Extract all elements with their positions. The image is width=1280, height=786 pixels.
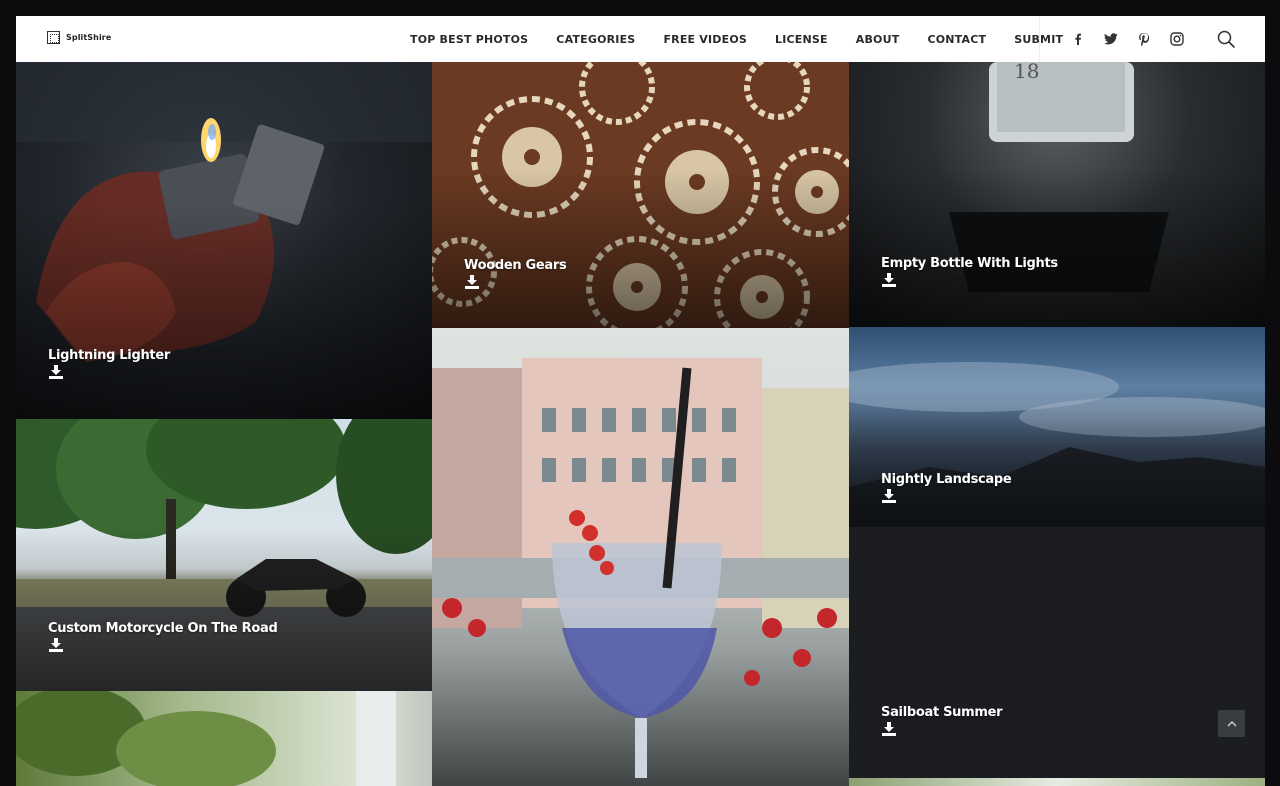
- photo-plants-image: [16, 691, 396, 786]
- photo-caption: Custom Motorcycle On The Road: [48, 621, 278, 652]
- photo-card-landscape[interactable]: Nightly Landscape: [849, 327, 1265, 527]
- photo-overlay: [849, 62, 1265, 327]
- photo-caption: Wooden Gears: [464, 258, 567, 289]
- photo-card-gears[interactable]: Wooden Gears: [432, 62, 849, 328]
- photo-card-lighter[interactable]: Lightning Lighter: [16, 62, 432, 419]
- photo-caption: Empty Bottle With Lights: [881, 256, 1058, 287]
- nav-top-best-photos[interactable]: TOP BEST PHOTOS: [410, 33, 528, 46]
- page: SplitShire TOP BEST PHOTOS CATEGORIES FR…: [16, 16, 1265, 786]
- nav-about[interactable]: ABOUT: [856, 33, 900, 46]
- photo-card-plants[interactable]: [16, 691, 432, 786]
- site-logo[interactable]: SplitShire: [47, 31, 111, 44]
- photo-title[interactable]: Custom Motorcycle On The Road: [48, 621, 278, 636]
- download-icon[interactable]: [881, 722, 897, 736]
- scroll-to-top-button[interactable]: [1218, 710, 1245, 737]
- pinterest-icon[interactable]: [1134, 30, 1153, 49]
- search-icon[interactable]: [1216, 29, 1236, 49]
- instagram-icon[interactable]: [1167, 30, 1186, 49]
- download-icon[interactable]: [881, 489, 897, 503]
- photo-card-cocktail: [432, 328, 849, 786]
- nav-categories[interactable]: CATEGORIES: [556, 33, 635, 46]
- chevron-up-icon: [1227, 715, 1237, 733]
- main-nav: TOP BEST PHOTOS CATEGORIES FREE VIDEOS L…: [410, 16, 1063, 62]
- photo-card-bottle[interactable]: 18 Empty Bottle With Lights: [849, 62, 1265, 327]
- facebook-icon[interactable]: [1068, 30, 1087, 49]
- site-header: SplitShire TOP BEST PHOTOS CATEGORIES FR…: [16, 16, 1265, 62]
- photo-caption: Sailboat Summer: [881, 705, 1003, 736]
- photo-title[interactable]: Sailboat Summer: [881, 705, 1003, 720]
- download-icon[interactable]: [48, 365, 64, 379]
- photo-card-motorcycle[interactable]: Custom Motorcycle On The Road: [16, 419, 432, 691]
- social-links: [1068, 16, 1186, 62]
- nav-contact[interactable]: CONTACT: [927, 33, 986, 46]
- download-icon[interactable]: [48, 638, 64, 652]
- photo-title[interactable]: Nightly Landscape: [881, 472, 1012, 487]
- photo-cocktail-image: [432, 358, 849, 778]
- twitter-icon[interactable]: [1101, 30, 1120, 49]
- header-divider: [1039, 16, 1040, 62]
- photo-title[interactable]: Lightning Lighter: [48, 348, 170, 363]
- photo-card-sailboat[interactable]: Sailboat Summer: [849, 527, 1265, 778]
- nav-free-videos[interactable]: FREE VIDEOS: [663, 33, 747, 46]
- photo-title[interactable]: Wooden Gears: [464, 258, 567, 273]
- nav-license[interactable]: LICENSE: [775, 33, 828, 46]
- logo-icon: [47, 31, 60, 44]
- photo-title[interactable]: Empty Bottle With Lights: [881, 256, 1058, 271]
- photo-caption: Lightning Lighter: [48, 348, 170, 379]
- download-icon[interactable]: [464, 275, 480, 289]
- logo-text: SplitShire: [66, 33, 112, 42]
- photo-caption: Nightly Landscape: [881, 472, 1012, 503]
- photo-card-next[interactable]: [849, 778, 1265, 786]
- download-icon[interactable]: [881, 273, 897, 287]
